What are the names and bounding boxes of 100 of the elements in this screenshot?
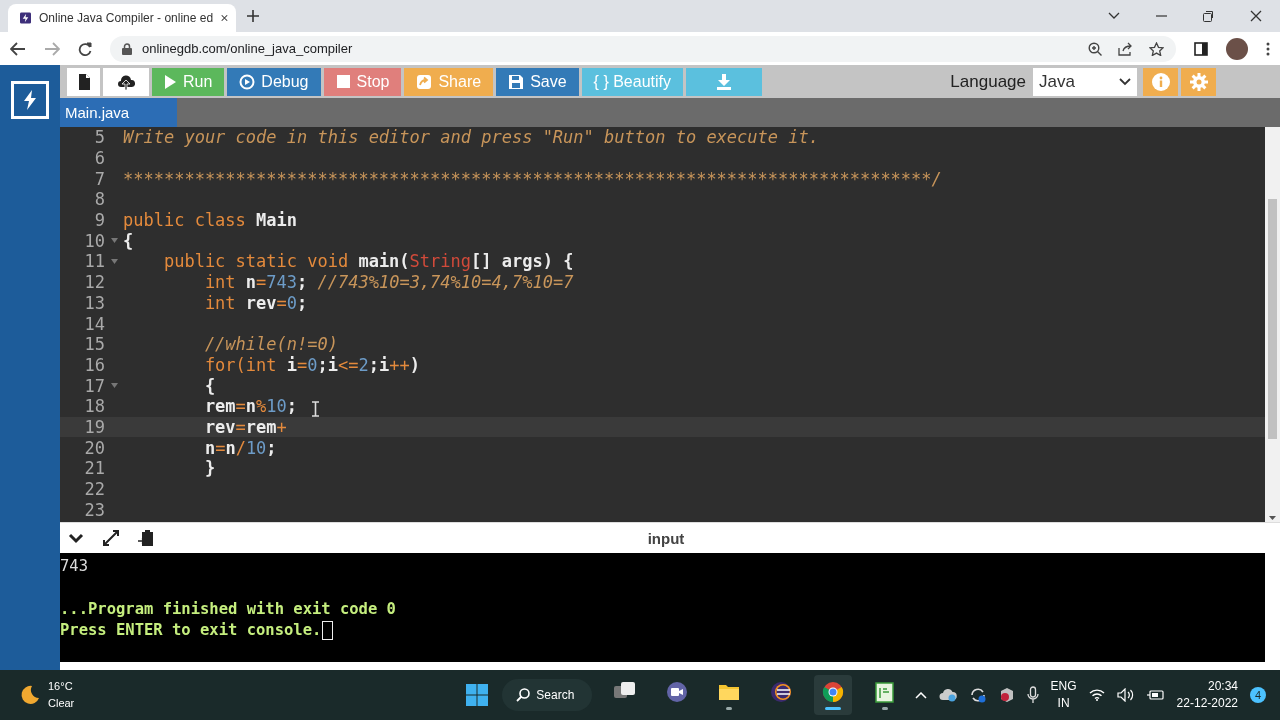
reload-icon[interactable] [78,41,92,56]
avatar[interactable] [1226,37,1248,60]
save-button[interactable]: Save [496,67,579,96]
notification-badge[interactable]: 4 [1250,687,1266,703]
line-number: 5 [94,127,105,148]
code-line: Write your code in this editor and press "Run" button to execute it. [123,127,819,148]
line-number: 17 [84,375,105,396]
line-number: 14 [84,313,105,334]
side-panel-icon[interactable] [1194,41,1208,56]
forward-arrow-icon [44,41,60,56]
speaker-icon[interactable] [1116,688,1135,702]
search-icon [516,688,531,702]
box-icon[interactable] [998,687,1015,703]
upload-button[interactable] [103,67,149,96]
chevron-down-icon [1119,77,1131,86]
line-number: 18 [84,396,105,417]
cloud-upload-icon [117,73,135,90]
bolt-icon [20,10,31,26]
zoom-icon[interactable] [1088,41,1102,56]
download-icon [716,73,732,90]
sync-icon[interactable] [968,687,987,703]
lock-icon [122,42,132,55]
microphone-icon[interactable] [1026,686,1039,704]
eclipse-icon [769,680,794,704]
search-box[interactable]: Search [502,679,593,711]
taskbar-app[interactable] [814,675,853,715]
debug-icon [239,73,256,90]
chevron-down-icon[interactable] [1108,12,1120,20]
info-icon [1151,72,1170,91]
play-icon [164,73,177,90]
star-icon[interactable] [1149,41,1164,56]
plus-icon[interactable] [246,9,260,23]
video-chat-icon [665,680,690,704]
scrollbar[interactable] [1265,127,1280,522]
gear-icon [1189,72,1208,91]
line-number: 6 [94,148,105,169]
clock[interactable]: 20:34 22-12-2022 [1176,678,1238,712]
file-icon [76,73,91,90]
line-number: 16 [84,354,105,375]
cloud-icon[interactable] [938,688,957,702]
weather-text: Clear [48,696,75,711]
expand-icon[interactable] [102,529,120,547]
code-line: rev=rem+ [203,416,287,437]
line-number: 7 [94,168,105,189]
browser-tab[interactable]: Online Java Compiler - online ed [8,4,236,32]
tab-title: Online Java Compiler - online ed [39,11,214,25]
code-line: n=n/10; [203,437,277,458]
search-label: Search [536,688,575,702]
code-line: } [203,458,216,479]
back-arrow-icon[interactable] [10,41,26,56]
line-number: 10 [84,230,105,251]
code-line: int rev=0; [203,292,308,313]
console-output: 743 [60,556,88,575]
wifi-icon[interactable] [1088,689,1105,701]
code-line: //while(n!=0) [203,334,338,355]
clipboard-icon[interactable] [138,529,154,547]
close-icon[interactable] [221,13,228,23]
language-label: Language [950,71,1026,92]
text-cursor [322,620,334,640]
console[interactable]: 743 ...Program finished with exit code 0 Press ENTER to exit console. [60,553,1280,662]
chevron-up-icon[interactable] [914,691,927,699]
language-indicator[interactable]: ENG IN [1050,678,1077,712]
line-number: 11 [84,251,105,272]
fold-arrow-icon[interactable] [110,238,118,244]
line-number: 13 [84,292,105,313]
chrome-icon [821,680,846,704]
console-output: ...Program finished with exit code 0 [60,599,396,618]
code-line: { [123,230,134,251]
code-line: for(int i=0;i<=2;i++) [203,354,420,375]
line-number: 9 [94,210,105,231]
console-output: Press ENTER to exit console. [60,621,322,640]
code-line: public class Main [123,210,297,231]
line-number: 22 [84,479,105,500]
logo[interactable] [11,81,49,119]
battery-icon[interactable] [1146,689,1165,701]
code-line: *******************************************************************************/ [123,168,942,189]
debug-button[interactable]: Debug [227,67,321,96]
code-line: { [203,375,216,396]
line-number: 8 [94,189,105,210]
language-select[interactable]: Java [1033,67,1137,96]
windows-logo-icon[interactable] [466,684,489,706]
fold-arrow-icon[interactable] [110,383,118,389]
stop-icon [335,74,351,89]
line-number: 23 [84,499,105,520]
console-title: input [647,529,685,547]
line-number: 21 [84,458,105,479]
file-tab[interactable]: Main.java [60,98,177,127]
bolt-icon [23,90,37,110]
new-file-button[interactable] [67,67,100,96]
close-icon[interactable] [1250,10,1262,22]
line-number: 15 [84,334,105,355]
restore-icon[interactable] [1203,10,1214,22]
fold-arrow-icon[interactable] [110,258,118,264]
chevron-down-icon[interactable] [68,532,84,544]
share-icon [416,73,433,90]
share-icon[interactable] [1118,41,1133,56]
code-line: int n=743; //743%10=3,74%10=4,7%10=7 [203,272,574,293]
code-editor[interactable] [60,127,1265,522]
menu-icon[interactable] [1266,41,1270,56]
code-line: rem=n%10; [203,396,298,417]
